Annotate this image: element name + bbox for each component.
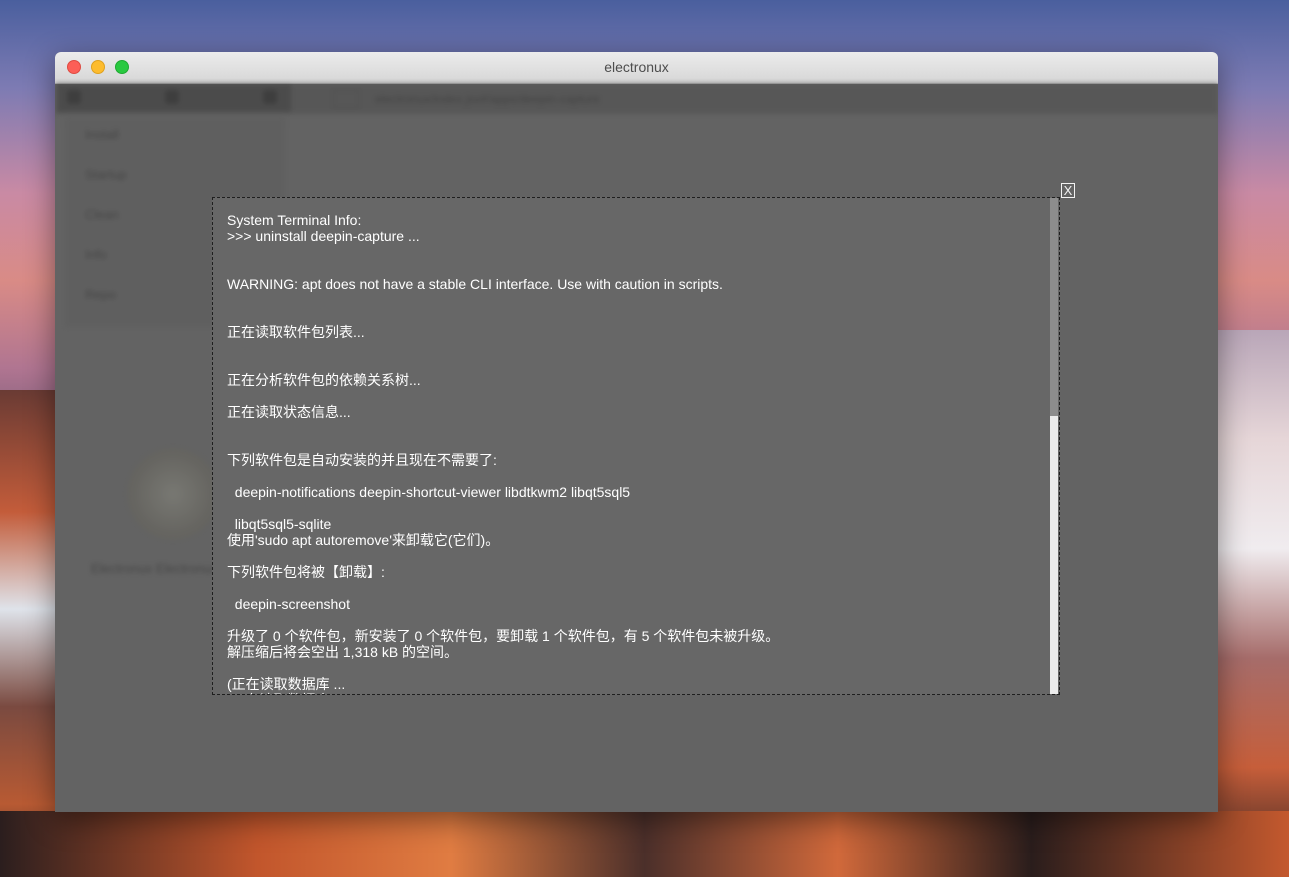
address-text: electronux/index.jsx#/apps/deepin-captur…: [375, 92, 600, 106]
address-icon: [333, 90, 359, 108]
sidebar-item: Info: [85, 247, 107, 262]
terminal-line: 升级了 0 个软件包，新安装了 0 个软件包，要卸载 1 个软件包，有 5 个软…: [227, 628, 780, 644]
wallpaper-mountain-right: [1209, 330, 1289, 877]
terminal-line: 正在分析软件包的依赖关系树...: [227, 372, 421, 388]
terminal-line: >>> uninstall deepin-capture ...: [227, 228, 420, 244]
window-title: electronux: [604, 59, 669, 75]
terminal-log: System Terminal Info: >>> uninstall deepi…: [227, 212, 1047, 694]
grid-icon: [165, 90, 179, 104]
terminal-line: System Terminal Info:: [227, 212, 362, 228]
terminal-line: 下列软件包将被【卸载】:: [227, 564, 385, 580]
wallpaper-mountain-bottom: [0, 811, 1289, 877]
sidebar-item: Repo: [85, 287, 117, 302]
terminal-output-panel[interactable]: System Terminal Info: >>> uninstall deepi…: [212, 197, 1060, 695]
terminal-line: 下列软件包是自动安装的并且现在不需要了:: [227, 452, 497, 468]
avatar-caption: Electronux Electronux: [91, 561, 218, 576]
terminal-line: deepin-notifications deepin-shortcut-vie…: [227, 484, 631, 500]
scrollbar-thumb[interactable]: [1050, 198, 1058, 416]
terminal-line: (正在读取数据库 ... 5%: [227, 692, 1047, 694]
close-terminal-button[interactable]: X: [1061, 183, 1075, 198]
sidebar-item: Startup: [85, 167, 127, 182]
toolbar-icons: [57, 83, 291, 112]
sidebar-item: Clean: [85, 207, 119, 222]
sidebar-item: Install: [85, 127, 119, 142]
wrench-icon: [67, 90, 81, 104]
title-bar[interactable]: electronux: [55, 52, 1218, 84]
terminal-line: 使用'sudo apt autoremove'来卸载它(它们)。: [227, 532, 500, 548]
app-toolbar: electronux/index.jsx#/apps/deepin-captur…: [55, 83, 1218, 114]
terminal-line: WARNING: apt does not have a stable CLI …: [227, 276, 723, 292]
menu-icon: [263, 90, 277, 104]
terminal-line: 解压缩后将会空出 1,318 kB 的空间。: [227, 644, 459, 660]
terminal-line: libqt5sql5-sqlite: [227, 516, 332, 532]
terminal-line: deepin-screenshot: [227, 596, 350, 612]
terminal-line: 正在读取状态信息...: [227, 404, 351, 420]
terminal-line: (正在读取数据库 ...: [227, 676, 346, 692]
terminal-line: 正在读取软件包列表...: [227, 324, 365, 340]
avatar: [127, 448, 219, 540]
